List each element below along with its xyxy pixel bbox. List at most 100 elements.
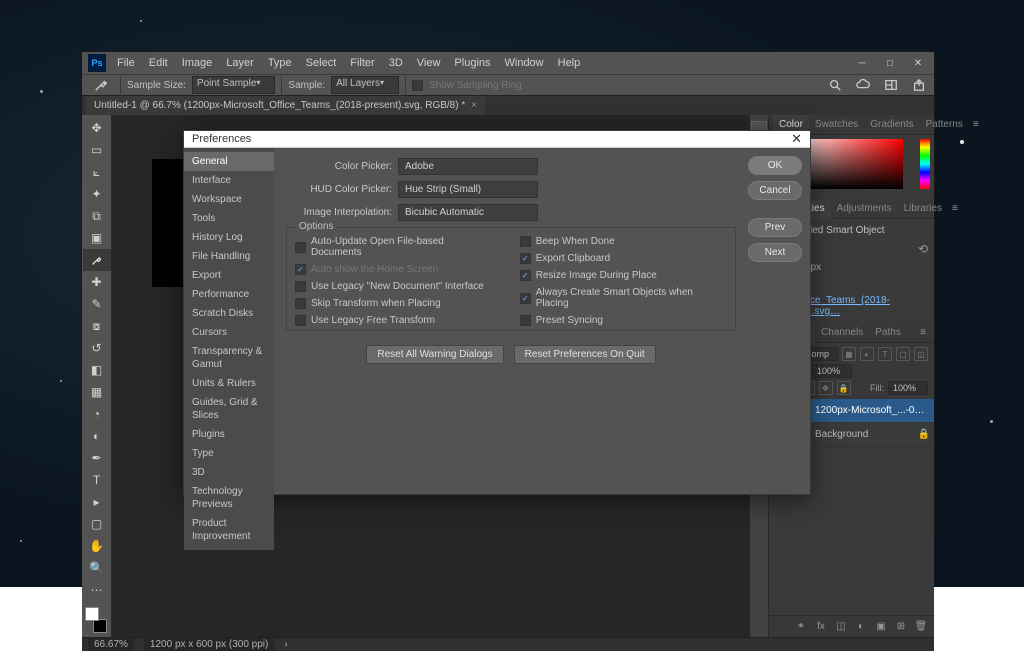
new-layer-icon[interactable]: ⊞ xyxy=(894,620,908,634)
checkbox-icon[interactable] xyxy=(295,315,306,326)
checkbox-use-legacy-new-document-interf[interactable]: Use Legacy "New Document" Interface xyxy=(295,281,496,292)
menu-image[interactable]: Image xyxy=(175,52,220,74)
opacity-value[interactable]: 100% xyxy=(812,364,852,378)
delete-layer-icon[interactable]: 🗑 xyxy=(914,620,928,634)
gradient-tool[interactable]: ▦ xyxy=(83,381,111,403)
doc-info[interactable]: 1200 px x 600 px (300 ppi) xyxy=(144,638,274,651)
filter-shape-icon[interactable]: ▢ xyxy=(896,347,910,361)
checkbox-resize-image-during-place[interactable]: Resize Image During Place xyxy=(520,270,727,281)
prefs-category-scratch-disks[interactable]: Scratch Disks xyxy=(184,304,274,323)
prefs-category-guides-grid-slices[interactable]: Guides, Grid & Slices xyxy=(184,393,274,425)
filter-type-icon[interactable]: T xyxy=(878,347,892,361)
healing-brush-tool[interactable]: ✚ xyxy=(83,271,111,293)
next-button[interactable]: Next xyxy=(748,243,802,262)
path-selection-tool[interactable]: ▸ xyxy=(83,491,111,513)
hue-slider[interactable] xyxy=(920,139,930,189)
foreground-color-swatch[interactable] xyxy=(85,607,99,621)
hand-tool[interactable]: ✋ xyxy=(83,535,111,557)
reset-warnings-button[interactable]: Reset All Warning Dialogs xyxy=(366,345,503,364)
prefs-category-cursors[interactable]: Cursors xyxy=(184,323,274,342)
checkbox-beep-when-done[interactable]: Beep When Done xyxy=(520,236,727,247)
prefs-category-product-improvement[interactable]: Product Improvement xyxy=(184,514,274,546)
fill-value[interactable]: 100% xyxy=(888,381,928,395)
edit-toolbar[interactable]: ⋯ xyxy=(83,579,111,601)
checkbox-skip-transform-when-placing[interactable]: Skip Transform when Placing xyxy=(295,298,496,309)
prefs-category-history-log[interactable]: History Log xyxy=(184,228,274,247)
clone-stamp-tool[interactable]: ⧇ xyxy=(83,315,111,337)
eraser-tool[interactable]: ◧ xyxy=(83,359,111,381)
cancel-button[interactable]: Cancel xyxy=(748,181,802,200)
checkbox-icon[interactable] xyxy=(520,315,531,326)
move-tool[interactable]: ✥ xyxy=(83,117,111,139)
panel-menu-icon[interactable]: ≡ xyxy=(948,203,962,214)
prefs-category-general[interactable]: General xyxy=(184,152,274,171)
lock-pos-icon[interactable]: ✥ xyxy=(819,381,833,395)
maximize-button[interactable]: □ xyxy=(876,54,904,72)
magic-wand-tool[interactable]: ✦ xyxy=(83,183,111,205)
brush-tool[interactable]: ✎ xyxy=(83,293,111,315)
statusbar-chevron-icon[interactable]: › xyxy=(284,639,287,650)
blur-tool[interactable]: ◔ xyxy=(83,403,111,425)
prefs-category-tools[interactable]: Tools xyxy=(184,209,274,228)
prefs-category-technology-previews[interactable]: Technology Previews xyxy=(184,482,274,514)
prefs-category-3d[interactable]: 3D xyxy=(184,463,274,482)
lock-all-icon[interactable]: 🔒 xyxy=(837,381,851,395)
prefs-category-plugins[interactable]: Plugins xyxy=(184,425,274,444)
workspace-icon[interactable] xyxy=(882,76,900,94)
filter-pixel-icon[interactable]: ▦ xyxy=(842,347,856,361)
reset-on-quit-button[interactable]: Reset Preferences On Quit xyxy=(514,345,656,364)
ok-button[interactable]: OK xyxy=(748,156,802,175)
menu-edit[interactable]: Edit xyxy=(142,52,175,74)
link-layers-icon[interactable]: ⚭ xyxy=(794,620,808,634)
checkbox-icon[interactable] xyxy=(520,236,531,247)
checkbox-icon[interactable] xyxy=(520,253,531,264)
sample-size-select[interactable]: Point Sample ▾ xyxy=(192,76,276,94)
prefs-category-file-handling[interactable]: File Handling xyxy=(184,247,274,266)
filter-smart-icon[interactable]: ◫ xyxy=(914,347,928,361)
search-icon[interactable] xyxy=(826,76,844,94)
pen-tool[interactable]: ✒ xyxy=(83,447,111,469)
menu-type[interactable]: Type xyxy=(261,52,299,74)
menu-view[interactable]: View xyxy=(410,52,448,74)
group-icon[interactable]: ▣ xyxy=(874,620,888,634)
close-window-button[interactable]: ✕ xyxy=(904,54,932,72)
image-interpolation-select[interactable]: Bicubic Automatic xyxy=(398,204,538,221)
menu-window[interactable]: Window xyxy=(498,52,551,74)
layer-style-icon[interactable]: fx xyxy=(814,620,828,634)
share-icon[interactable] xyxy=(910,76,928,94)
cloud-icon[interactable] xyxy=(854,76,872,94)
menu-file[interactable]: File xyxy=(110,52,142,74)
prefs-category-transparency-gamut[interactable]: Transparency & Gamut xyxy=(184,342,274,374)
menu-3d[interactable]: 3D xyxy=(382,52,410,74)
zoom-level[interactable]: 66.67% xyxy=(88,638,134,651)
prefs-category-type[interactable]: Type xyxy=(184,444,274,463)
close-tab-icon[interactable]: × xyxy=(471,100,477,111)
menu-help[interactable]: Help xyxy=(551,52,588,74)
checkbox-always-create-smart-objects-wh[interactable]: Always Create Smart Objects when Placing xyxy=(520,287,727,309)
prefs-category-export[interactable]: Export xyxy=(184,266,274,285)
prefs-category-interface[interactable]: Interface xyxy=(184,171,274,190)
menu-filter[interactable]: Filter xyxy=(343,52,381,74)
layer-mask-icon[interactable]: ◫ xyxy=(834,620,848,634)
minimize-button[interactable]: ─ xyxy=(848,54,876,72)
tab-adjustments[interactable]: Adjustments xyxy=(831,199,898,219)
checkbox-icon[interactable] xyxy=(520,270,531,281)
lasso-tool[interactable]: ⟀ xyxy=(83,161,111,183)
menu-plugins[interactable]: Plugins xyxy=(447,52,497,74)
panel-menu-icon[interactable]: ≡ xyxy=(916,327,930,338)
prev-button[interactable]: Prev xyxy=(748,218,802,237)
eyedropper-tool[interactable] xyxy=(83,249,111,271)
tab-swatches[interactable]: Swatches xyxy=(809,115,864,135)
background-color-swatch[interactable] xyxy=(93,619,107,633)
type-tool[interactable]: T xyxy=(83,469,111,491)
checkbox-use-legacy-free-transform[interactable]: Use Legacy Free Transform xyxy=(295,315,496,326)
prefs-category-workspace[interactable]: Workspace xyxy=(184,190,274,209)
checkbox-icon[interactable] xyxy=(520,293,531,304)
checkbox-icon[interactable] xyxy=(295,281,306,292)
tab-patterns[interactable]: Patterns xyxy=(920,115,969,135)
tab-paths[interactable]: Paths xyxy=(869,323,907,343)
zoom-tool[interactable]: 🔍 xyxy=(83,557,111,579)
tab-libraries[interactable]: Libraries xyxy=(898,199,948,219)
crop-tool[interactable]: ⧉ xyxy=(83,205,111,227)
color-swatches[interactable] xyxy=(83,605,111,635)
